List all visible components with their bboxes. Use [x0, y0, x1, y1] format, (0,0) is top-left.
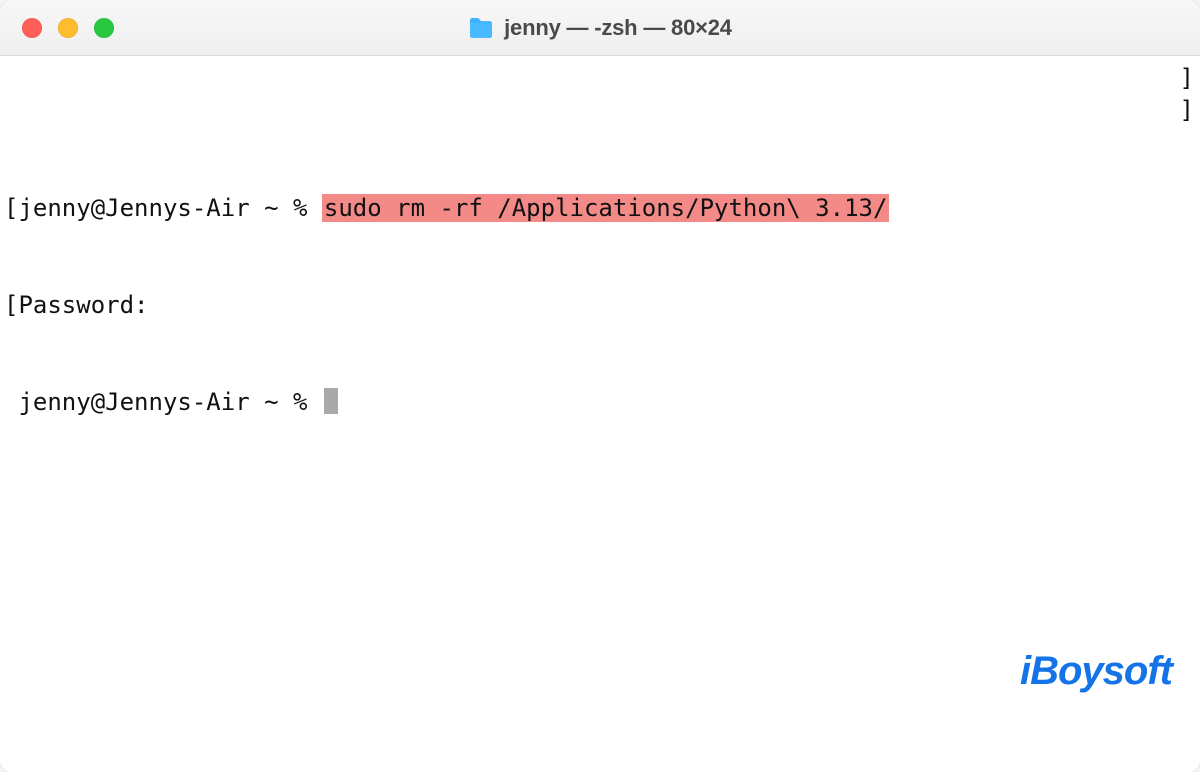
minimize-icon[interactable]: [58, 18, 78, 38]
line2-close-bracket: ]: [1180, 94, 1194, 126]
window-title: jenny — -zsh — 80×24: [504, 15, 732, 41]
password-prompt: Password:: [18, 291, 148, 319]
terminal-window: jenny — -zsh — 80×24 ] ] [jenny@Jennys-A…: [0, 0, 1200, 772]
command-text-highlighted: sudo rm -rf /Applications/Python\ 3.13/: [322, 194, 890, 222]
titlebar[interactable]: jenny — -zsh — 80×24: [0, 0, 1200, 56]
cursor-icon: [324, 388, 338, 414]
line2-open-bracket: [: [4, 291, 18, 319]
terminal-line-2: [Password:: [4, 289, 1196, 321]
line1-open-bracket: [: [4, 194, 18, 222]
folder-icon: [468, 17, 494, 39]
shell-prompt: jenny@Jennys-Air ~ %: [18, 194, 321, 222]
close-icon[interactable]: [22, 18, 42, 38]
shell-prompt: jenny@Jennys-Air ~ %: [4, 388, 322, 416]
traffic-lights: [0, 18, 114, 38]
watermark-text: iBoysoft: [1020, 649, 1172, 693]
watermark-logo: iBoysoft: [959, 590, 1172, 752]
fullscreen-icon[interactable]: [94, 18, 114, 38]
terminal-line-1: [jenny@Jennys-Air ~ % sudo rm -rf /Appli…: [4, 192, 1196, 224]
line1-close-bracket: ]: [1180, 62, 1194, 94]
terminal-body[interactable]: ] ] [jenny@Jennys-Air ~ % sudo rm -rf /A…: [0, 56, 1200, 772]
terminal-line-3: jenny@Jennys-Air ~ %: [4, 386, 1196, 418]
window-title-wrap: jenny — -zsh — 80×24: [0, 15, 1200, 41]
